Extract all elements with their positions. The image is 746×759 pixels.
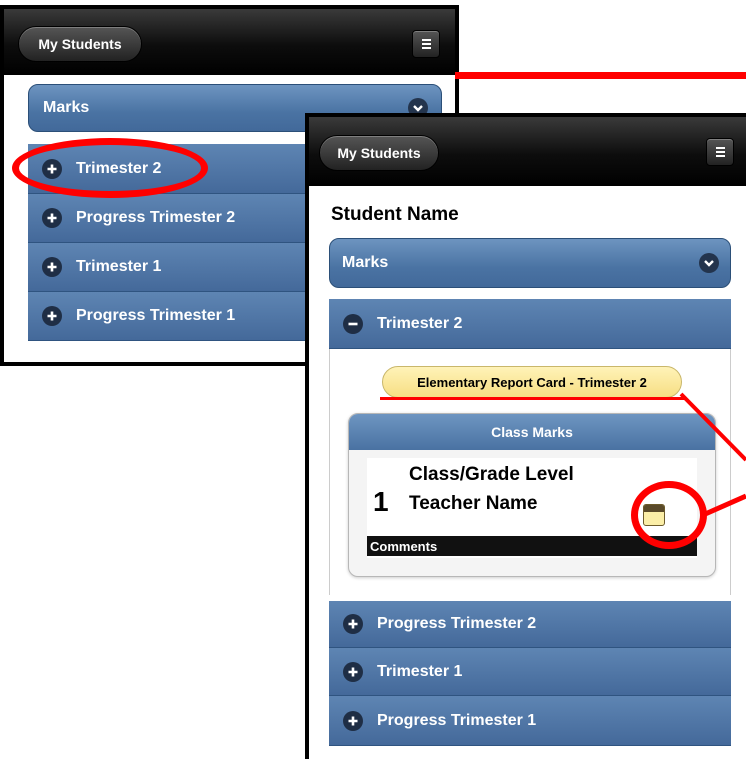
annotation-circle-note-icon [631, 481, 707, 549]
row-label: Progress Trimester 1 [76, 307, 236, 324]
plus-circle-icon [42, 208, 62, 228]
plus-circle-icon [343, 614, 363, 634]
row-label: Trimester 1 [377, 662, 463, 680]
annotation-circle-trimester-2 [12, 138, 208, 198]
row-label: Progress Trimester 2 [76, 209, 236, 226]
menu-icon [716, 147, 725, 157]
annotation-underline [380, 397, 685, 400]
row-progress-trimester-2[interactable]: Progress Trimester 2 [329, 601, 731, 648]
row-label: Progress Trimester 2 [377, 615, 537, 632]
marks-header[interactable]: Marks [329, 238, 731, 288]
plus-circle-icon [343, 710, 363, 731]
teacher-name: Teacher Name [409, 493, 538, 514]
menu-icon [422, 39, 431, 49]
row-trimester-2-expanded[interactable]: Trimester 2 [329, 299, 731, 349]
menu-button[interactable] [412, 30, 440, 58]
row-trimester-1[interactable]: Trimester 1 [329, 648, 731, 696]
row-label: Trimester 2 [377, 314, 463, 332]
student-name: Student Name [331, 204, 459, 225]
minus-circle-icon [343, 313, 363, 334]
right-screen: My Students Student Name Marks Trimester… [305, 113, 746, 759]
plus-circle-icon [42, 306, 62, 326]
class-grade-level: Class/Grade Level [409, 464, 574, 485]
report-card-button[interactable]: Elementary Report Card - Trimester 2 [382, 366, 682, 398]
my-students-button[interactable]: My Students [319, 135, 439, 171]
menu-button[interactable] [706, 138, 734, 166]
row-label: Progress Trimester 1 [377, 711, 537, 729]
top-bar: My Students [4, 9, 455, 75]
row-label: Trimester 1 [76, 258, 162, 275]
plus-circle-icon [343, 661, 363, 682]
class-number: 1 [373, 486, 389, 517]
row-progress-trimester-1[interactable]: Progress Trimester 1 [329, 696, 731, 746]
class-marks-header: Class Marks [349, 414, 715, 450]
my-students-button[interactable]: My Students [18, 26, 142, 62]
chevron-down-icon [699, 253, 719, 273]
marks-label: Marks [43, 99, 90, 116]
marks-label: Marks [342, 254, 389, 271]
annotation-connector-line [455, 72, 746, 79]
plus-circle-icon [42, 257, 62, 277]
top-bar: My Students [309, 117, 746, 186]
